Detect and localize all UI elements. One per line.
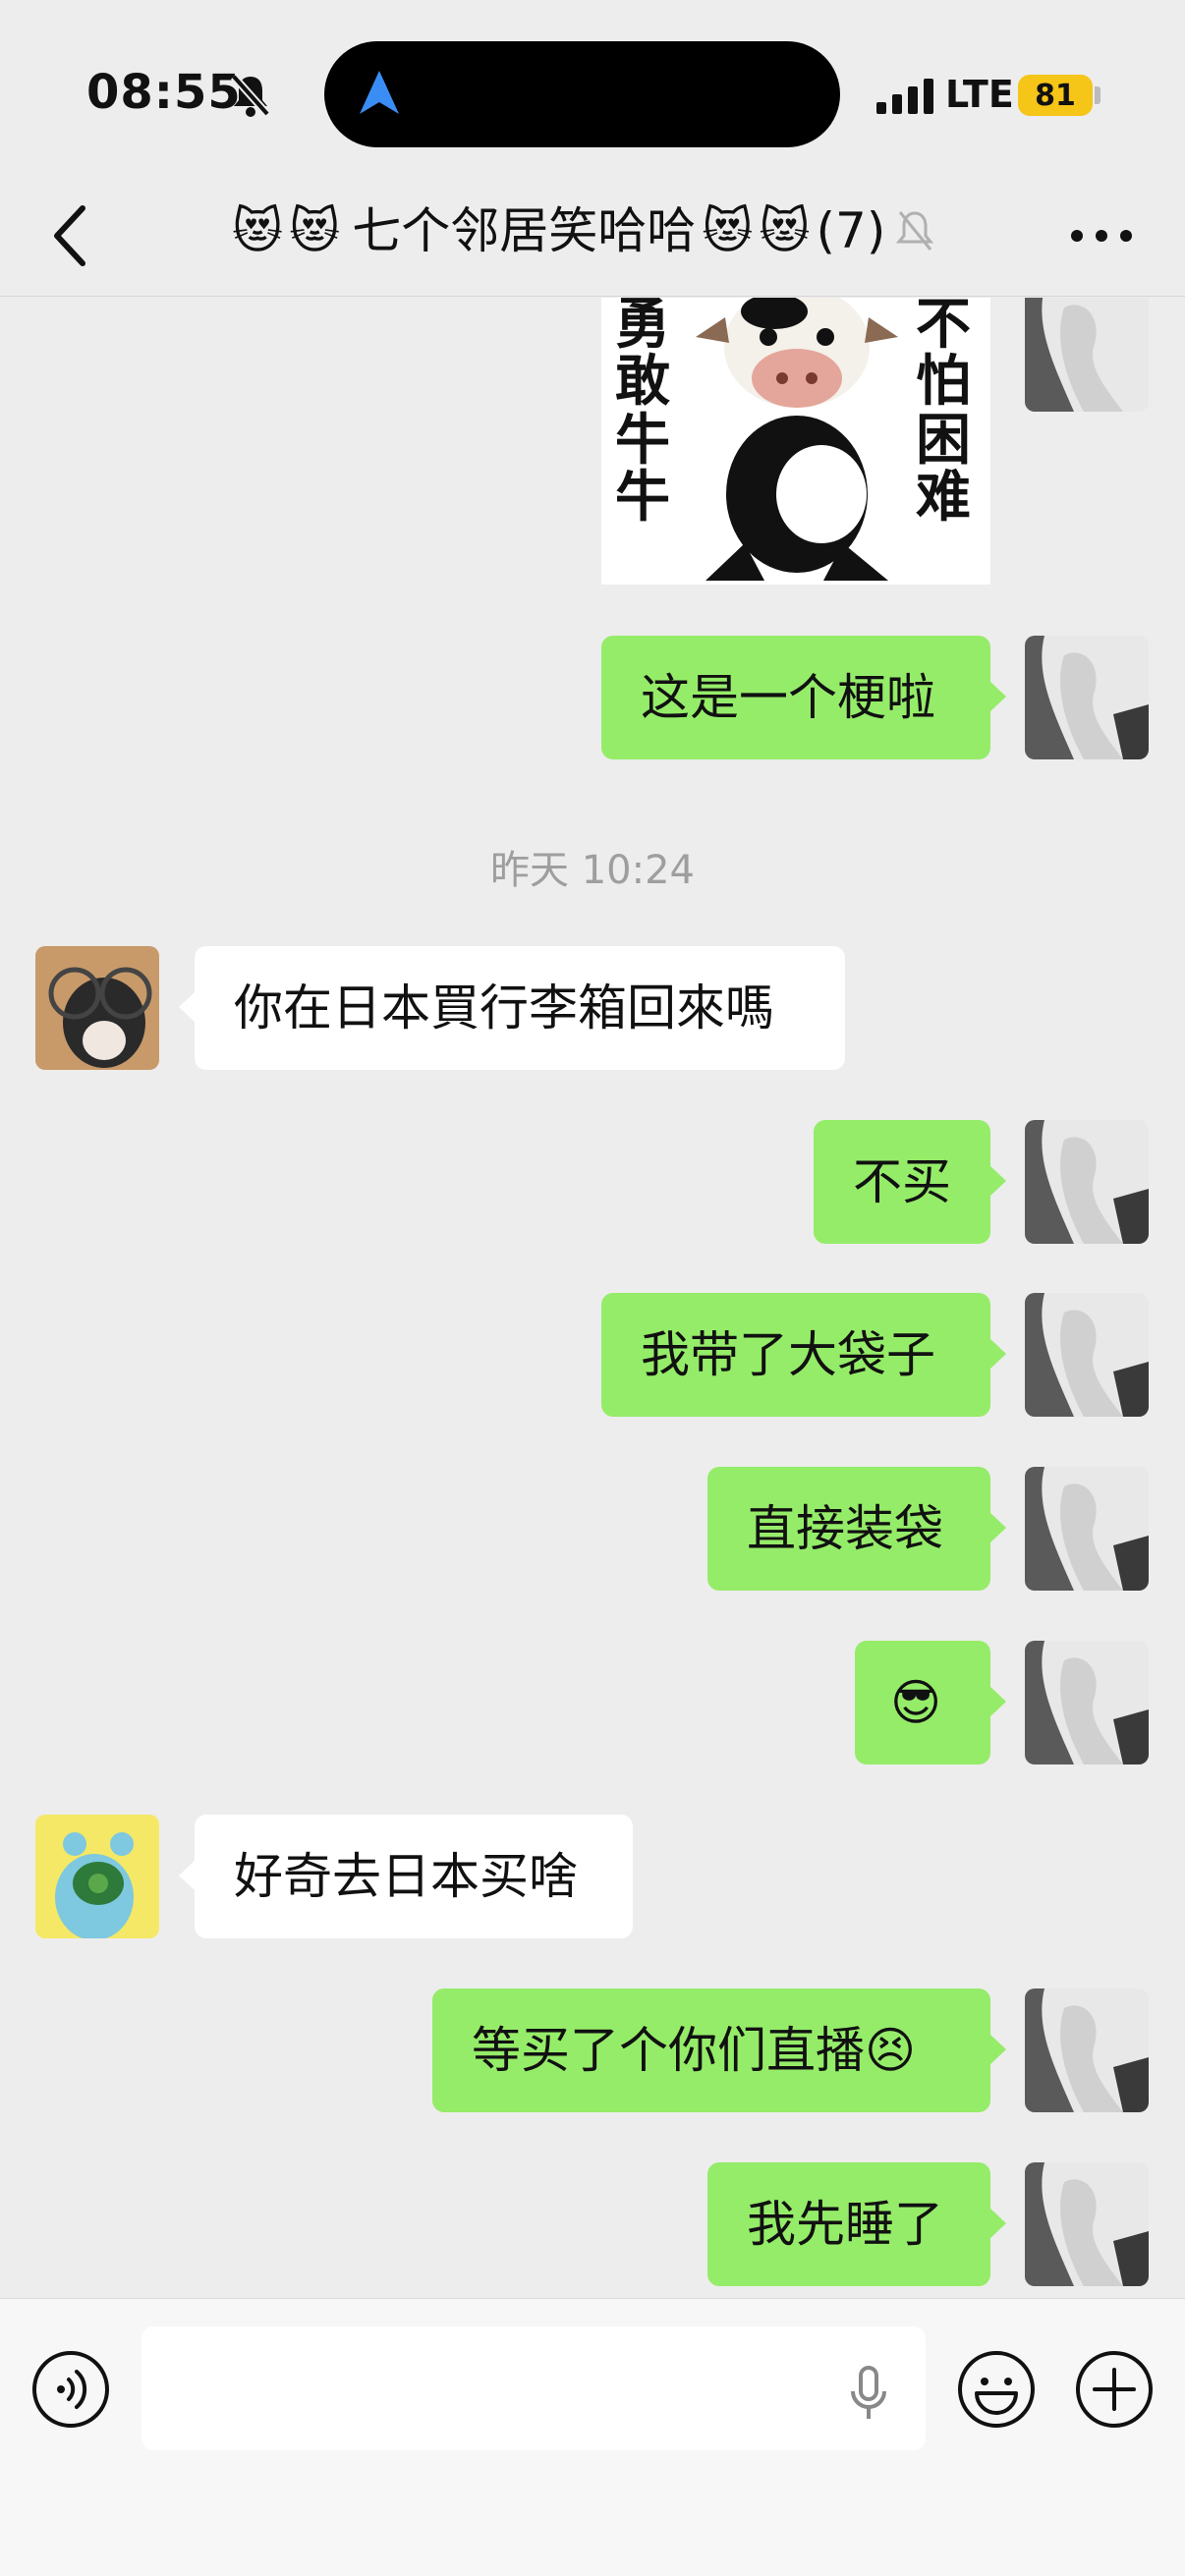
plus-button[interactable] bbox=[1073, 2348, 1156, 2431]
voice-mode-button[interactable] bbox=[29, 2348, 112, 2431]
avatar-photo bbox=[35, 1815, 159, 1938]
sticker-text: 不 bbox=[916, 298, 971, 357]
message-bubble-incoming[interactable]: 你在日本買行李箱回來嗎 bbox=[179, 946, 845, 1070]
message-bubble-outgoing[interactable]: 我带了大袋子 bbox=[601, 1293, 1006, 1417]
input-bar bbox=[0, 2298, 1185, 2576]
avatar-friend[interactable] bbox=[35, 946, 159, 1070]
bell-off-icon bbox=[231, 74, 270, 117]
avatar-me[interactable] bbox=[1025, 1988, 1149, 2112]
message-bubble-outgoing[interactable]: 等买了个你们直播😣 bbox=[432, 1988, 1006, 2112]
sticker-text: 困 bbox=[916, 408, 971, 473]
message-bubble-outgoing[interactable]: 😎 bbox=[855, 1641, 1006, 1764]
avatar-friend[interactable] bbox=[35, 1815, 159, 1938]
avatar-photo bbox=[1025, 298, 1149, 412]
emoji-button[interactable] bbox=[955, 2348, 1038, 2431]
chat-title: 😻 😻 七个邻居笑哈哈 😻 😻 (7) bbox=[232, 201, 934, 260]
battery-cap bbox=[1095, 86, 1100, 104]
cat-emoji: 😻 bbox=[702, 202, 754, 259]
network-type: LTE bbox=[945, 73, 1014, 116]
sticker-text: 敢 bbox=[615, 349, 670, 414]
message-bubble-outgoing[interactable]: 这是一个梗啦 bbox=[601, 636, 1006, 759]
sticker-text: 怕 bbox=[916, 349, 971, 414]
sticker-message[interactable]: 勇 敢 牛 牛 不 怕 困 难 bbox=[601, 298, 990, 585]
avatar-me[interactable] bbox=[1025, 1120, 1149, 1244]
back-button[interactable] bbox=[39, 196, 102, 275]
bell-off-icon bbox=[896, 211, 934, 251]
message-input[interactable] bbox=[141, 2326, 926, 2450]
group-name: 七个邻居笑哈哈 bbox=[352, 202, 697, 259]
message-bubble-outgoing[interactable]: 我先睡了 bbox=[707, 2162, 1006, 2286]
avatar-me[interactable] bbox=[1025, 636, 1149, 759]
sticker-text: 牛 bbox=[615, 408, 670, 473]
cat-emoji: 😻 bbox=[289, 202, 341, 259]
message-list[interactable]: 勇 敢 牛 牛 不 怕 困 难 这是一个梗啦 昨天 10:24 你在日本買行李箱… bbox=[0, 298, 1185, 2298]
message-bubble-incoming[interactable]: 好奇去日本买啥 bbox=[179, 1815, 633, 1938]
status-bar: 08:55 LTE 81 bbox=[0, 0, 1185, 177]
dynamic-island bbox=[324, 41, 840, 147]
microphone-icon[interactable] bbox=[845, 2366, 892, 2421]
cat-emoji: 😻 bbox=[759, 202, 811, 259]
chat-header: 😻 😻 七个邻居笑哈哈 😻 😻 (7) bbox=[0, 177, 1185, 297]
sticker-text: 勇 bbox=[615, 298, 670, 357]
avatar-me[interactable] bbox=[1025, 1641, 1149, 1764]
avatar-photo bbox=[1025, 1641, 1149, 1764]
avatar-photo bbox=[1025, 1988, 1149, 2112]
location-arrow-icon bbox=[360, 71, 399, 114]
message-bubble-outgoing[interactable]: 不买 bbox=[814, 1120, 1006, 1244]
avatar-me[interactable] bbox=[1025, 1293, 1149, 1417]
status-time: 08:55 bbox=[86, 65, 242, 120]
timestamp: 昨天 10:24 bbox=[490, 848, 695, 893]
signal-icon bbox=[876, 79, 933, 114]
avatar-photo bbox=[1025, 636, 1149, 759]
sticker-text: 难 bbox=[916, 465, 971, 530]
more-options-button[interactable] bbox=[1067, 206, 1136, 265]
message-bubble-outgoing[interactable]: 直接装袋 bbox=[707, 1467, 1006, 1591]
avatar-photo bbox=[1025, 1120, 1149, 1244]
battery-indicator: 81 bbox=[1018, 75, 1093, 116]
member-count: (7) bbox=[816, 202, 886, 259]
avatar-photo bbox=[1025, 1467, 1149, 1591]
avatar-photo bbox=[1025, 1293, 1149, 1417]
cow-panda-icon bbox=[696, 298, 898, 581]
sticker-text: 牛 bbox=[615, 465, 670, 530]
avatar-photo bbox=[35, 946, 159, 1070]
cat-emoji: 😻 bbox=[232, 202, 284, 259]
avatar-me[interactable] bbox=[1025, 298, 1149, 412]
avatar-photo bbox=[1025, 2162, 1149, 2286]
avatar-me[interactable] bbox=[1025, 2162, 1149, 2286]
avatar-me[interactable] bbox=[1025, 1467, 1149, 1591]
